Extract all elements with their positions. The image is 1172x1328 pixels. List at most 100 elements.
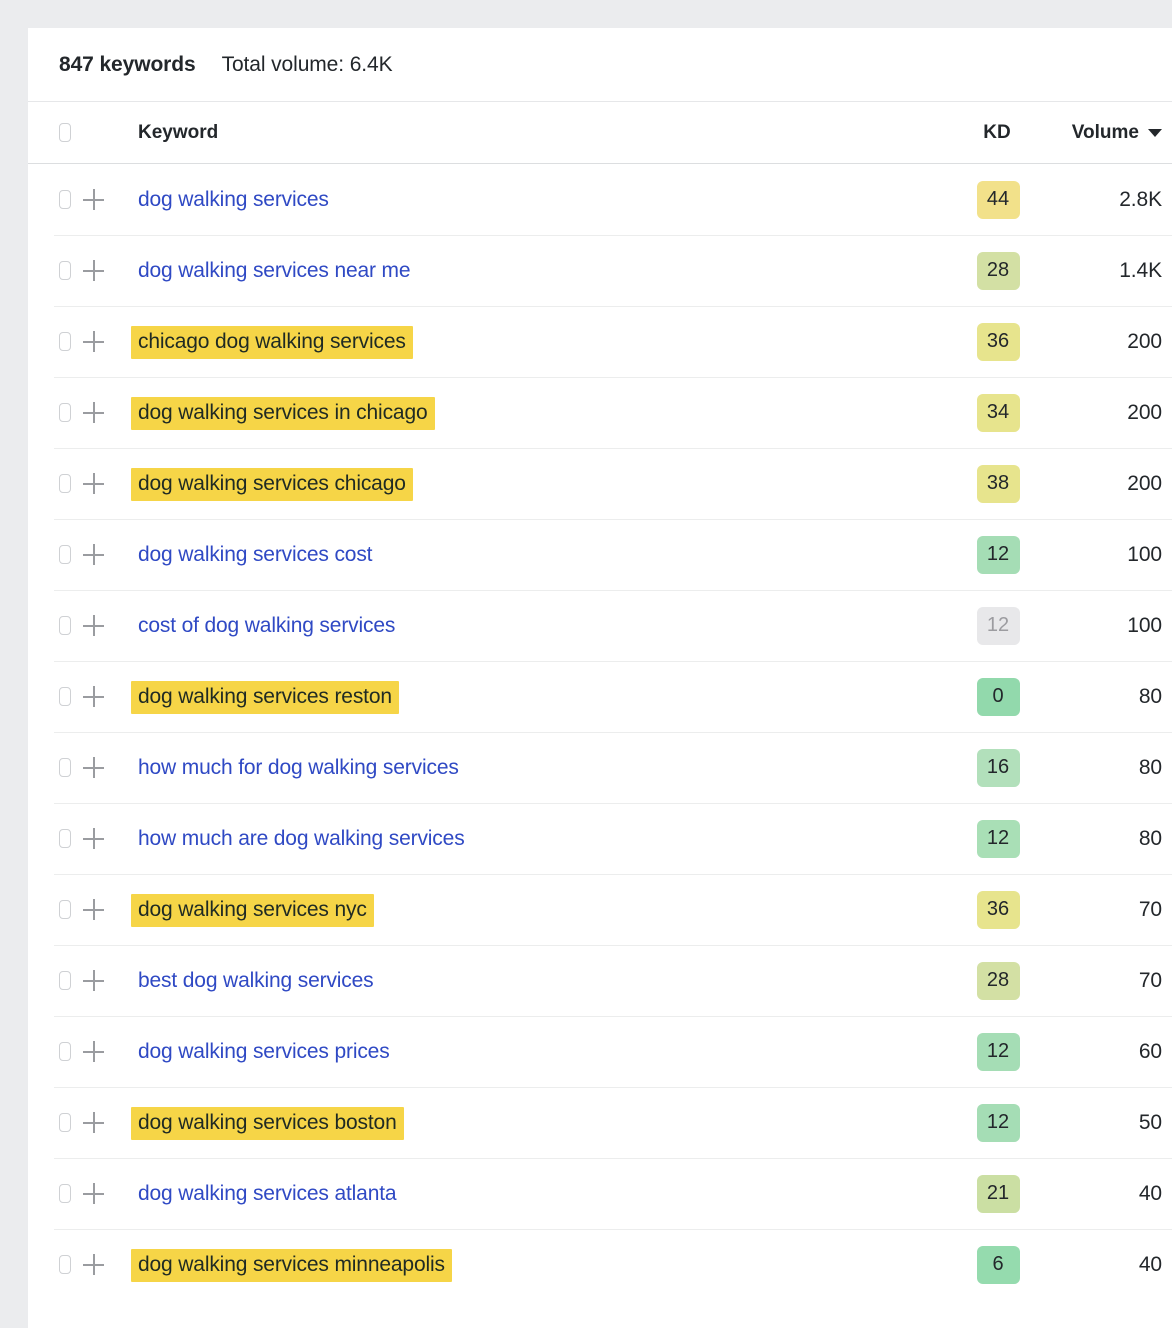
plus-icon[interactable] xyxy=(83,757,104,778)
header-volume-cell[interactable]: Volume xyxy=(1052,122,1172,144)
table-row[interactable]: dog walking services prices1260 xyxy=(28,1016,1172,1087)
add-keyword-cell[interactable] xyxy=(71,260,115,281)
row-select-cell[interactable] xyxy=(28,1184,71,1203)
keyword-link[interactable]: how much for dog walking services xyxy=(138,756,459,779)
keyword-link[interactable]: cost of dog walking services xyxy=(138,614,395,637)
row-checkbox[interactable] xyxy=(59,190,71,209)
row-checkbox[interactable] xyxy=(59,1113,71,1132)
plus-icon[interactable] xyxy=(83,686,104,707)
row-select-cell[interactable] xyxy=(28,758,71,777)
row-checkbox[interactable] xyxy=(59,403,71,422)
keyword-link[interactable]: dog walking services xyxy=(138,188,329,211)
plus-icon[interactable] xyxy=(83,1254,104,1275)
row-checkbox[interactable] xyxy=(59,1255,71,1274)
row-checkbox[interactable] xyxy=(59,971,71,990)
add-keyword-cell[interactable] xyxy=(71,970,115,991)
plus-icon[interactable] xyxy=(83,615,104,636)
table-row[interactable]: dog walking services chicago38200 xyxy=(28,448,1172,519)
table-row[interactable]: dog walking services reston080 xyxy=(28,661,1172,732)
row-select-cell[interactable] xyxy=(28,1042,71,1061)
row-checkbox[interactable] xyxy=(59,900,71,919)
keyword-link-highlighted[interactable]: dog walking services chicago xyxy=(131,468,413,501)
keyword-link-highlighted[interactable]: chicago dog walking services xyxy=(131,326,413,359)
plus-icon[interactable] xyxy=(83,402,104,423)
plus-icon[interactable] xyxy=(83,1183,104,1204)
add-keyword-cell[interactable] xyxy=(71,1041,115,1062)
row-select-cell[interactable] xyxy=(28,829,71,848)
row-select-cell[interactable] xyxy=(28,971,71,990)
plus-icon[interactable] xyxy=(83,189,104,210)
row-checkbox[interactable] xyxy=(59,545,71,564)
select-all-checkbox[interactable] xyxy=(59,123,71,142)
add-keyword-cell[interactable] xyxy=(71,1254,115,1275)
keyword-link[interactable]: dog walking services near me xyxy=(138,259,410,282)
table-row[interactable]: how much are dog walking services1280 xyxy=(28,803,1172,874)
add-keyword-cell[interactable] xyxy=(71,686,115,707)
add-keyword-cell[interactable] xyxy=(71,189,115,210)
table-row[interactable]: dog walking services in chicago34200 xyxy=(28,377,1172,448)
row-select-cell[interactable] xyxy=(28,545,71,564)
keyword-link[interactable]: best dog walking services xyxy=(138,969,374,992)
keyword-link[interactable]: dog walking services prices xyxy=(138,1040,390,1063)
keyword-link[interactable]: dog walking services atlanta xyxy=(138,1182,396,1205)
table-row[interactable]: dog walking services boston1250 xyxy=(28,1087,1172,1158)
row-select-cell[interactable] xyxy=(28,403,71,422)
row-checkbox[interactable] xyxy=(59,1184,71,1203)
plus-icon[interactable] xyxy=(83,331,104,352)
keyword-link-highlighted[interactable]: dog walking services reston xyxy=(131,681,399,714)
add-keyword-cell[interactable] xyxy=(71,615,115,636)
plus-icon[interactable] xyxy=(83,544,104,565)
table-row[interactable]: dog walking services near me281.4K xyxy=(28,235,1172,306)
table-row[interactable]: chicago dog walking services36200 xyxy=(28,306,1172,377)
add-keyword-cell[interactable] xyxy=(71,1183,115,1204)
table-row[interactable]: how much for dog walking services1680 xyxy=(28,732,1172,803)
row-select-cell[interactable] xyxy=(28,1255,71,1274)
table-row[interactable]: cost of dog walking services12100 xyxy=(28,590,1172,661)
row-select-cell[interactable] xyxy=(28,900,71,919)
keyword-link-highlighted[interactable]: dog walking services minneapolis xyxy=(131,1249,452,1282)
table-row[interactable]: dog walking services442.8K xyxy=(28,164,1172,235)
plus-icon[interactable] xyxy=(83,1041,104,1062)
plus-icon[interactable] xyxy=(83,473,104,494)
keyword-link[interactable]: how much are dog walking services xyxy=(138,827,465,850)
header-kd-cell[interactable]: KD xyxy=(944,122,1052,144)
keyword-link-highlighted[interactable]: dog walking services boston xyxy=(131,1107,404,1140)
table-row[interactable]: dog walking services nyc3670 xyxy=(28,874,1172,945)
row-select-cell[interactable] xyxy=(28,1113,71,1132)
plus-icon[interactable] xyxy=(83,1112,104,1133)
row-checkbox[interactable] xyxy=(59,474,71,493)
row-checkbox[interactable] xyxy=(59,758,71,777)
add-keyword-cell[interactable] xyxy=(71,757,115,778)
row-checkbox[interactable] xyxy=(59,687,71,706)
row-checkbox[interactable] xyxy=(59,1042,71,1061)
row-checkbox[interactable] xyxy=(59,261,71,280)
row-select-cell[interactable] xyxy=(28,190,71,209)
add-keyword-cell[interactable] xyxy=(71,331,115,352)
plus-icon[interactable] xyxy=(83,828,104,849)
add-keyword-cell[interactable] xyxy=(71,544,115,565)
row-select-cell[interactable] xyxy=(28,261,71,280)
add-keyword-cell[interactable] xyxy=(71,828,115,849)
table-row[interactable]: dog walking services atlanta2140 xyxy=(28,1158,1172,1229)
table-row[interactable]: best dog walking services2870 xyxy=(28,945,1172,1016)
add-keyword-cell[interactable] xyxy=(71,899,115,920)
keyword-link-highlighted[interactable]: dog walking services nyc xyxy=(131,894,374,927)
add-keyword-cell[interactable] xyxy=(71,473,115,494)
keyword-link-highlighted[interactable]: dog walking services in chicago xyxy=(131,397,435,430)
keyword-link[interactable]: dog walking services cost xyxy=(138,543,372,566)
row-checkbox[interactable] xyxy=(59,332,71,351)
row-checkbox[interactable] xyxy=(59,616,71,635)
plus-icon[interactable] xyxy=(83,899,104,920)
row-select-cell[interactable] xyxy=(28,616,71,635)
row-select-cell[interactable] xyxy=(28,474,71,493)
row-select-cell[interactable] xyxy=(28,332,71,351)
table-row[interactable]: dog walking services cost12100 xyxy=(28,519,1172,590)
row-checkbox[interactable] xyxy=(59,829,71,848)
add-keyword-cell[interactable] xyxy=(71,1112,115,1133)
plus-icon[interactable] xyxy=(83,970,104,991)
add-keyword-cell[interactable] xyxy=(71,402,115,423)
select-all-cell[interactable] xyxy=(28,123,71,142)
row-select-cell[interactable] xyxy=(28,687,71,706)
header-keyword-cell[interactable]: Keyword xyxy=(115,122,944,144)
table-row[interactable]: dog walking services minneapolis640 xyxy=(28,1229,1172,1300)
